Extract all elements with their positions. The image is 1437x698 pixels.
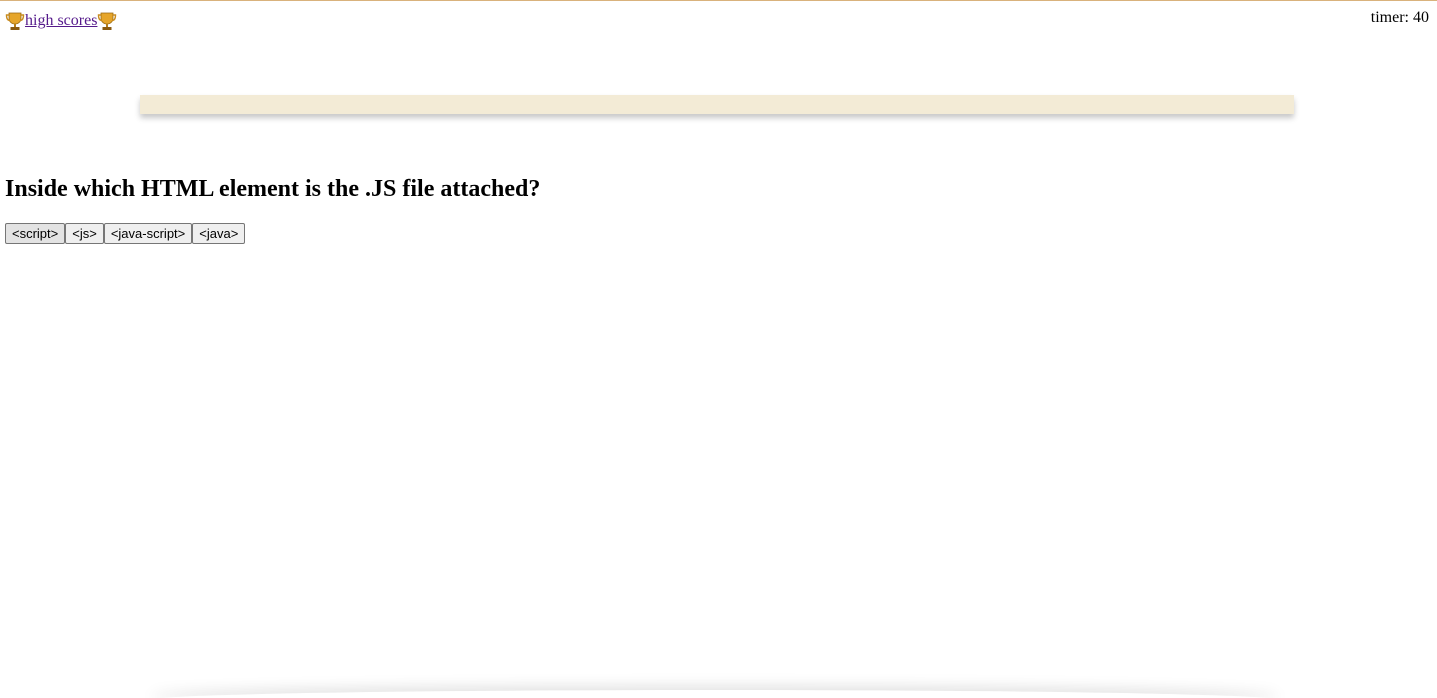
bottom-shadow [150,690,1280,698]
high-scores-label[interactable]: high scores [25,11,97,31]
progress-bar [140,95,1294,114]
trophy-icon [97,11,117,31]
timer: timer: 40 [1371,8,1429,28]
answer-button-js[interactable]: <js> [65,223,104,244]
answer-button-java-script[interactable]: <java-script> [103,223,193,244]
trophy-icon [5,11,25,31]
timer-label: timer: [1370,9,1409,26]
high-scores-link[interactable]: high scores [5,11,117,31]
answer-button-script[interactable]: <script> [5,223,66,244]
answer-button-java[interactable]: <java> [192,223,246,244]
answer-options: <script> <js> <java-script> <java> [5,223,246,244]
question-text: Inside which HTML element is the .JS fil… [5,176,541,202]
timer-value: 40 [1413,9,1429,26]
top-border [0,0,1437,1]
